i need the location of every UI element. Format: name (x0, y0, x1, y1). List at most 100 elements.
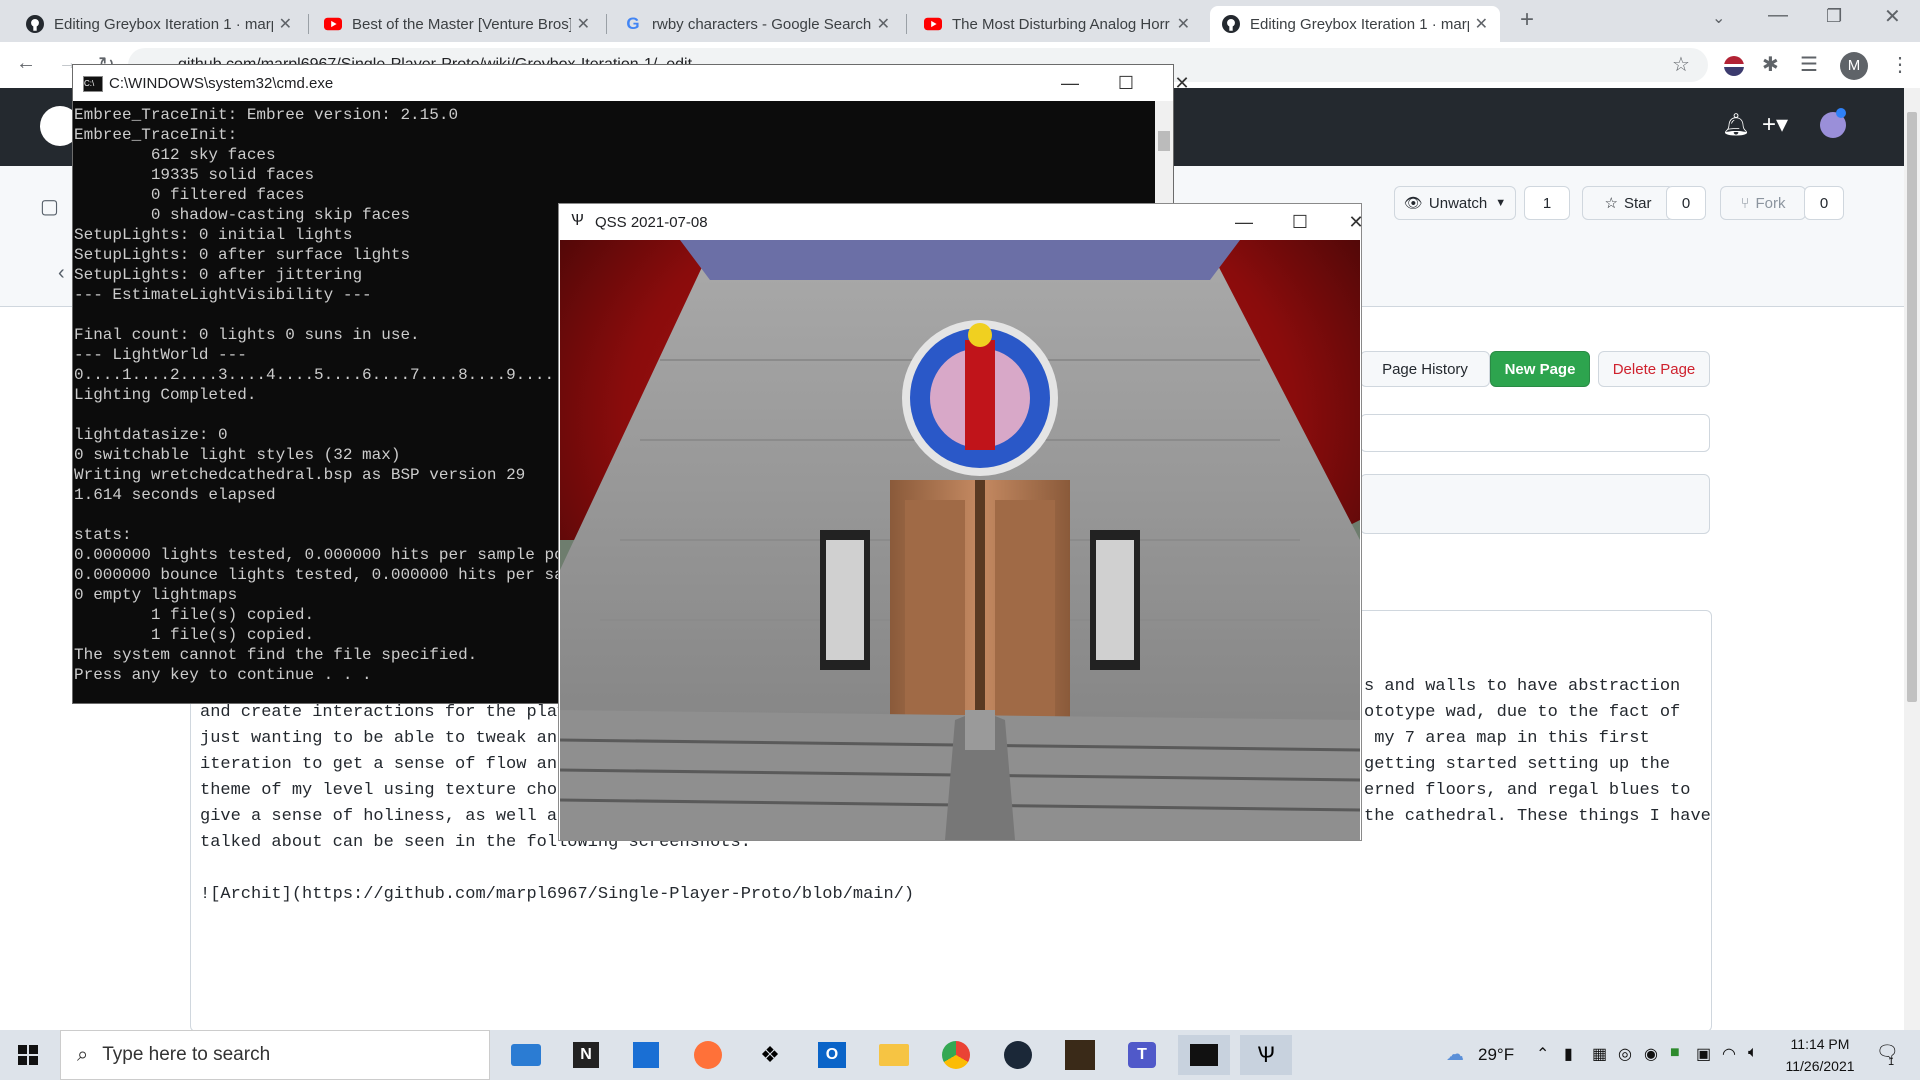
close-tab-icon[interactable]: ✕ (1177, 14, 1190, 34)
close-tab-icon[interactable]: ✕ (577, 14, 590, 34)
youtube-icon (924, 15, 942, 33)
repo-icon: ▢ (40, 196, 59, 218)
fork-button[interactable]: ⑂ Fork (1720, 186, 1806, 220)
clock-date[interactable]: 11/26/2021 (1776, 1058, 1864, 1074)
cmd-output-line: 0 empty lightmaps (74, 586, 238, 604)
cmd-title: C:\WINDOWS\system32\cmd.exe (109, 75, 334, 92)
close-window-icon[interactable]: ✕ (1884, 4, 1901, 29)
browser-tab[interactable]: Editing Greybox Iteration 1 · marp ✕ (14, 6, 304, 42)
tray-app-icon[interactable]: ▣ (1696, 1044, 1711, 1064)
restore-icon[interactable]: ❐ (1826, 6, 1842, 27)
outlook-icon[interactable]: O (806, 1035, 858, 1075)
cmd-output-line: 0 switchable light styles (32 max) (74, 446, 401, 464)
close-icon[interactable]: ✕ (1327, 204, 1385, 240)
volume-icon[interactable]: 🔈︎ (1748, 1044, 1758, 1062)
windows-start-icon[interactable] (18, 1045, 38, 1070)
dropbox-icon[interactable]: ❖ (744, 1035, 796, 1075)
browser-tab-strip: Editing Greybox Iteration 1 · marp ✕ Bes… (0, 0, 1920, 42)
weather-temp[interactable]: 29°F (1478, 1045, 1514, 1065)
cmd-output-line: Lighting Completed. (74, 386, 257, 404)
profile-avatar[interactable]: M (1840, 52, 1868, 80)
wifi-icon[interactable]: ◠ (1722, 1044, 1736, 1064)
microsoft-store-icon[interactable] (620, 1035, 672, 1075)
scrollbar-thumb[interactable] (1907, 112, 1917, 702)
steam-icon[interactable] (992, 1035, 1044, 1075)
taskbar-search-box[interactable]: ⌕ Type here to search (60, 1030, 490, 1080)
create-new-icon[interactable]: +▾ (1762, 110, 1788, 139)
mail-icon[interactable] (500, 1035, 552, 1075)
watch-count[interactable]: 1 (1524, 186, 1570, 220)
tray-app-icon[interactable]: ▮ (1564, 1044, 1573, 1064)
extensions-puzzle-icon[interactable]: ✱ (1762, 52, 1779, 77)
editor-line: s and walls to have abstraction (1364, 677, 1681, 696)
teams-icon[interactable]: T (1116, 1035, 1168, 1075)
chevron-left-icon[interactable]: ‹ (58, 262, 65, 285)
reading-list-icon[interactable]: ☰ (1800, 52, 1818, 77)
clock-time[interactable]: 11:14 PM (1782, 1036, 1858, 1052)
tray-app-icon[interactable]: ◎ (1618, 1044, 1632, 1064)
page-title-input[interactable] (1360, 414, 1710, 452)
notifications-bell-icon[interactable]: 🔔︎ (1722, 112, 1750, 138)
cmd-output-line: 1.614 seconds elapsed (74, 486, 276, 504)
star-label: Star (1623, 194, 1652, 212)
caret-down-icon: ▼ (1495, 197, 1507, 209)
nvidia-tray-icon[interactable]: ■ (1670, 1044, 1680, 1062)
cmd-output-line: --- LightWorld --- (74, 346, 247, 364)
star-button[interactable]: ☆ Star (1582, 186, 1674, 220)
minimize-icon[interactable]: — (1041, 65, 1099, 101)
cmd-output-line: The system cannot find the file specifie… (74, 646, 478, 664)
firefox-icon[interactable] (682, 1035, 734, 1075)
cmd-output-line: Final count: 0 lights 0 suns in use. (74, 326, 420, 344)
browser-tab[interactable]: G rwby characters - Google Search ✕ (612, 6, 902, 42)
discord-tray-icon[interactable]: ◉ (1644, 1044, 1658, 1064)
minimize-icon[interactable]: — (1215, 204, 1273, 240)
unwatch-button[interactable]: 👁︎ Unwatch ▼ (1394, 186, 1516, 220)
minimize-icon[interactable]: — (1768, 4, 1788, 27)
chrome-icon[interactable] (930, 1035, 982, 1075)
close-tab-icon[interactable]: ✕ (1475, 14, 1488, 34)
notion-icon[interactable]: N (560, 1035, 612, 1075)
new-page-button[interactable]: New Page (1490, 351, 1590, 387)
qss-window[interactable]: Ѱ QSS 2021-07-08 — ☐ ✕ (558, 203, 1364, 841)
new-tab-button[interactable]: + (1520, 6, 1534, 34)
browser-tab[interactable]: Best of the Master [Venture Bros] ✕ (312, 6, 602, 42)
qss-titlebar[interactable]: Ѱ QSS 2021-07-08 — ☐ ✕ (559, 204, 1364, 240)
close-tab-icon[interactable]: ✕ (279, 14, 292, 34)
close-tab-icon[interactable]: ✕ (877, 14, 890, 34)
page-scrollbar[interactable] (1904, 88, 1920, 1030)
close-icon[interactable]: ✕ (1153, 65, 1211, 101)
tab-search-icon[interactable]: ⌄ (1712, 8, 1725, 28)
page-history-button[interactable]: Page History (1360, 351, 1490, 387)
cmd-output-line: 612 sky faces (74, 146, 276, 164)
game-app-icon[interactable] (1054, 1035, 1106, 1075)
cmd-taskbar-icon[interactable] (1178, 1035, 1230, 1075)
cmd-output-line (74, 505, 592, 525)
tab-title: Editing Greybox Iteration 1 · marp (54, 15, 273, 33)
quake-icon: Ѱ (571, 212, 584, 229)
delete-page-button[interactable]: Delete Page (1598, 351, 1710, 387)
cmd-output-line: 0 shadow-casting skip faces (74, 206, 411, 224)
browser-tab[interactable]: The Most Disturbing Analog Horr ✕ (912, 6, 1202, 42)
cmd-titlebar[interactable]: C:\ C:\WINDOWS\system32\cmd.exe — ☐ ✕ (73, 65, 1190, 101)
tray-app-icon[interactable]: ▦ (1592, 1044, 1607, 1064)
fork-count[interactable]: 0 (1804, 186, 1844, 220)
cmd-output-line: Press any key to continue . . . (74, 666, 372, 684)
file-explorer-icon[interactable] (868, 1035, 920, 1075)
show-hidden-icons[interactable]: ⌃ (1536, 1044, 1549, 1064)
chrome-menu-icon[interactable]: ⋮ (1890, 52, 1910, 77)
star-count[interactable]: 0 (1666, 186, 1706, 220)
bookmark-star-icon[interactable]: ☆ (1672, 52, 1690, 77)
extension-flag-icon[interactable] (1724, 56, 1744, 76)
weather-icon[interactable]: ☁ (1446, 1044, 1464, 1065)
github-icon (1222, 15, 1240, 33)
maximize-icon[interactable]: ☐ (1271, 204, 1329, 240)
maximize-icon[interactable]: ☐ (1097, 65, 1155, 101)
game-viewport[interactable] (560, 240, 1360, 840)
scrollbar-thumb[interactable] (1158, 131, 1170, 151)
back-icon[interactable]: ← (16, 52, 36, 75)
quake-taskbar-icon[interactable]: Ѱ (1240, 1035, 1292, 1075)
browser-tab-active[interactable]: Editing Greybox Iteration 1 · marp ✕ (1210, 6, 1500, 42)
cmd-output-line: 0 filtered faces (74, 186, 305, 204)
game-scene (560, 240, 1360, 840)
star-icon: ☆ (1604, 195, 1618, 212)
